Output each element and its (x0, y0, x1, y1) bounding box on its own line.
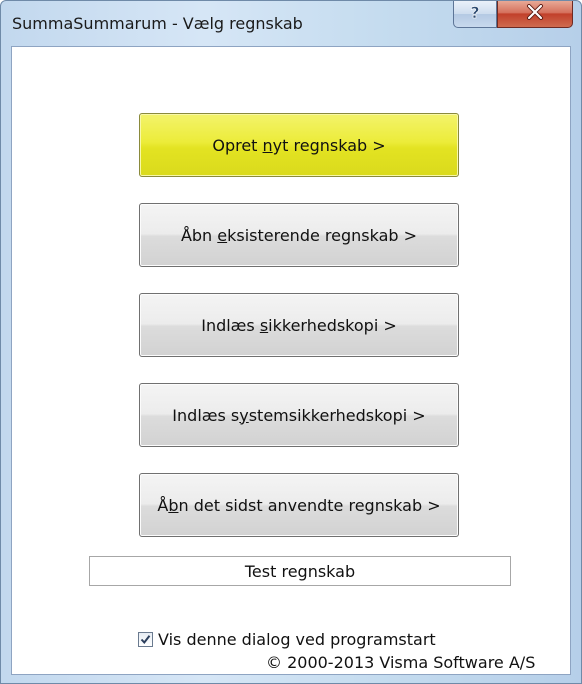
dialog-window: SummaSummarum - Vælg regnskab ? Opret ny… (0, 0, 582, 684)
dialog-content: Opret nyt regnskab > Åbn eksisterende re… (11, 46, 571, 675)
show-at-startup-checkbox[interactable]: Vis denne dialog ved programstart (138, 630, 436, 649)
open-existing-account-button[interactable]: Åbn eksisterende regnskab > (139, 203, 459, 267)
copyright-text: © 2000-2013 Visma Software A/S (266, 653, 536, 672)
create-new-account-button[interactable]: Opret nyt regnskab > (139, 113, 459, 177)
button-label: Indlæs systemsikkerhedskopi > (172, 405, 426, 425)
load-system-backup-button[interactable]: Indlæs systemsikkerhedskopi > (139, 383, 459, 447)
checkbox-box[interactable] (138, 632, 153, 647)
svg-text:?: ? (470, 3, 479, 21)
last-used-account-label: Test regnskab (89, 556, 511, 586)
question-mark-icon: ? (467, 3, 483, 25)
open-last-used-account-button[interactable]: Åbn det sidst anvendte regnskab > (139, 473, 459, 537)
button-label: Opret nyt regnskab > (212, 135, 386, 155)
window-title: SummaSummarum - Vælg regnskab (12, 14, 303, 33)
load-backup-button[interactable]: Indlæs sikkerhedskopi > (139, 293, 459, 357)
button-label: Indlæs sikkerhedskopi > (201, 315, 397, 335)
button-label: Åbn eksisterende regnskab > (180, 225, 418, 245)
title-bar[interactable]: SummaSummarum - Vælg regnskab ? (1, 1, 581, 47)
help-button[interactable]: ? (453, 1, 497, 28)
close-button[interactable] (497, 1, 573, 28)
checkbox-label: Vis denne dialog ved programstart (158, 630, 436, 649)
close-x-icon (525, 4, 545, 24)
button-label: Åbn det sidst anvendte regnskab > (157, 495, 441, 515)
checkmark-icon (140, 635, 151, 645)
